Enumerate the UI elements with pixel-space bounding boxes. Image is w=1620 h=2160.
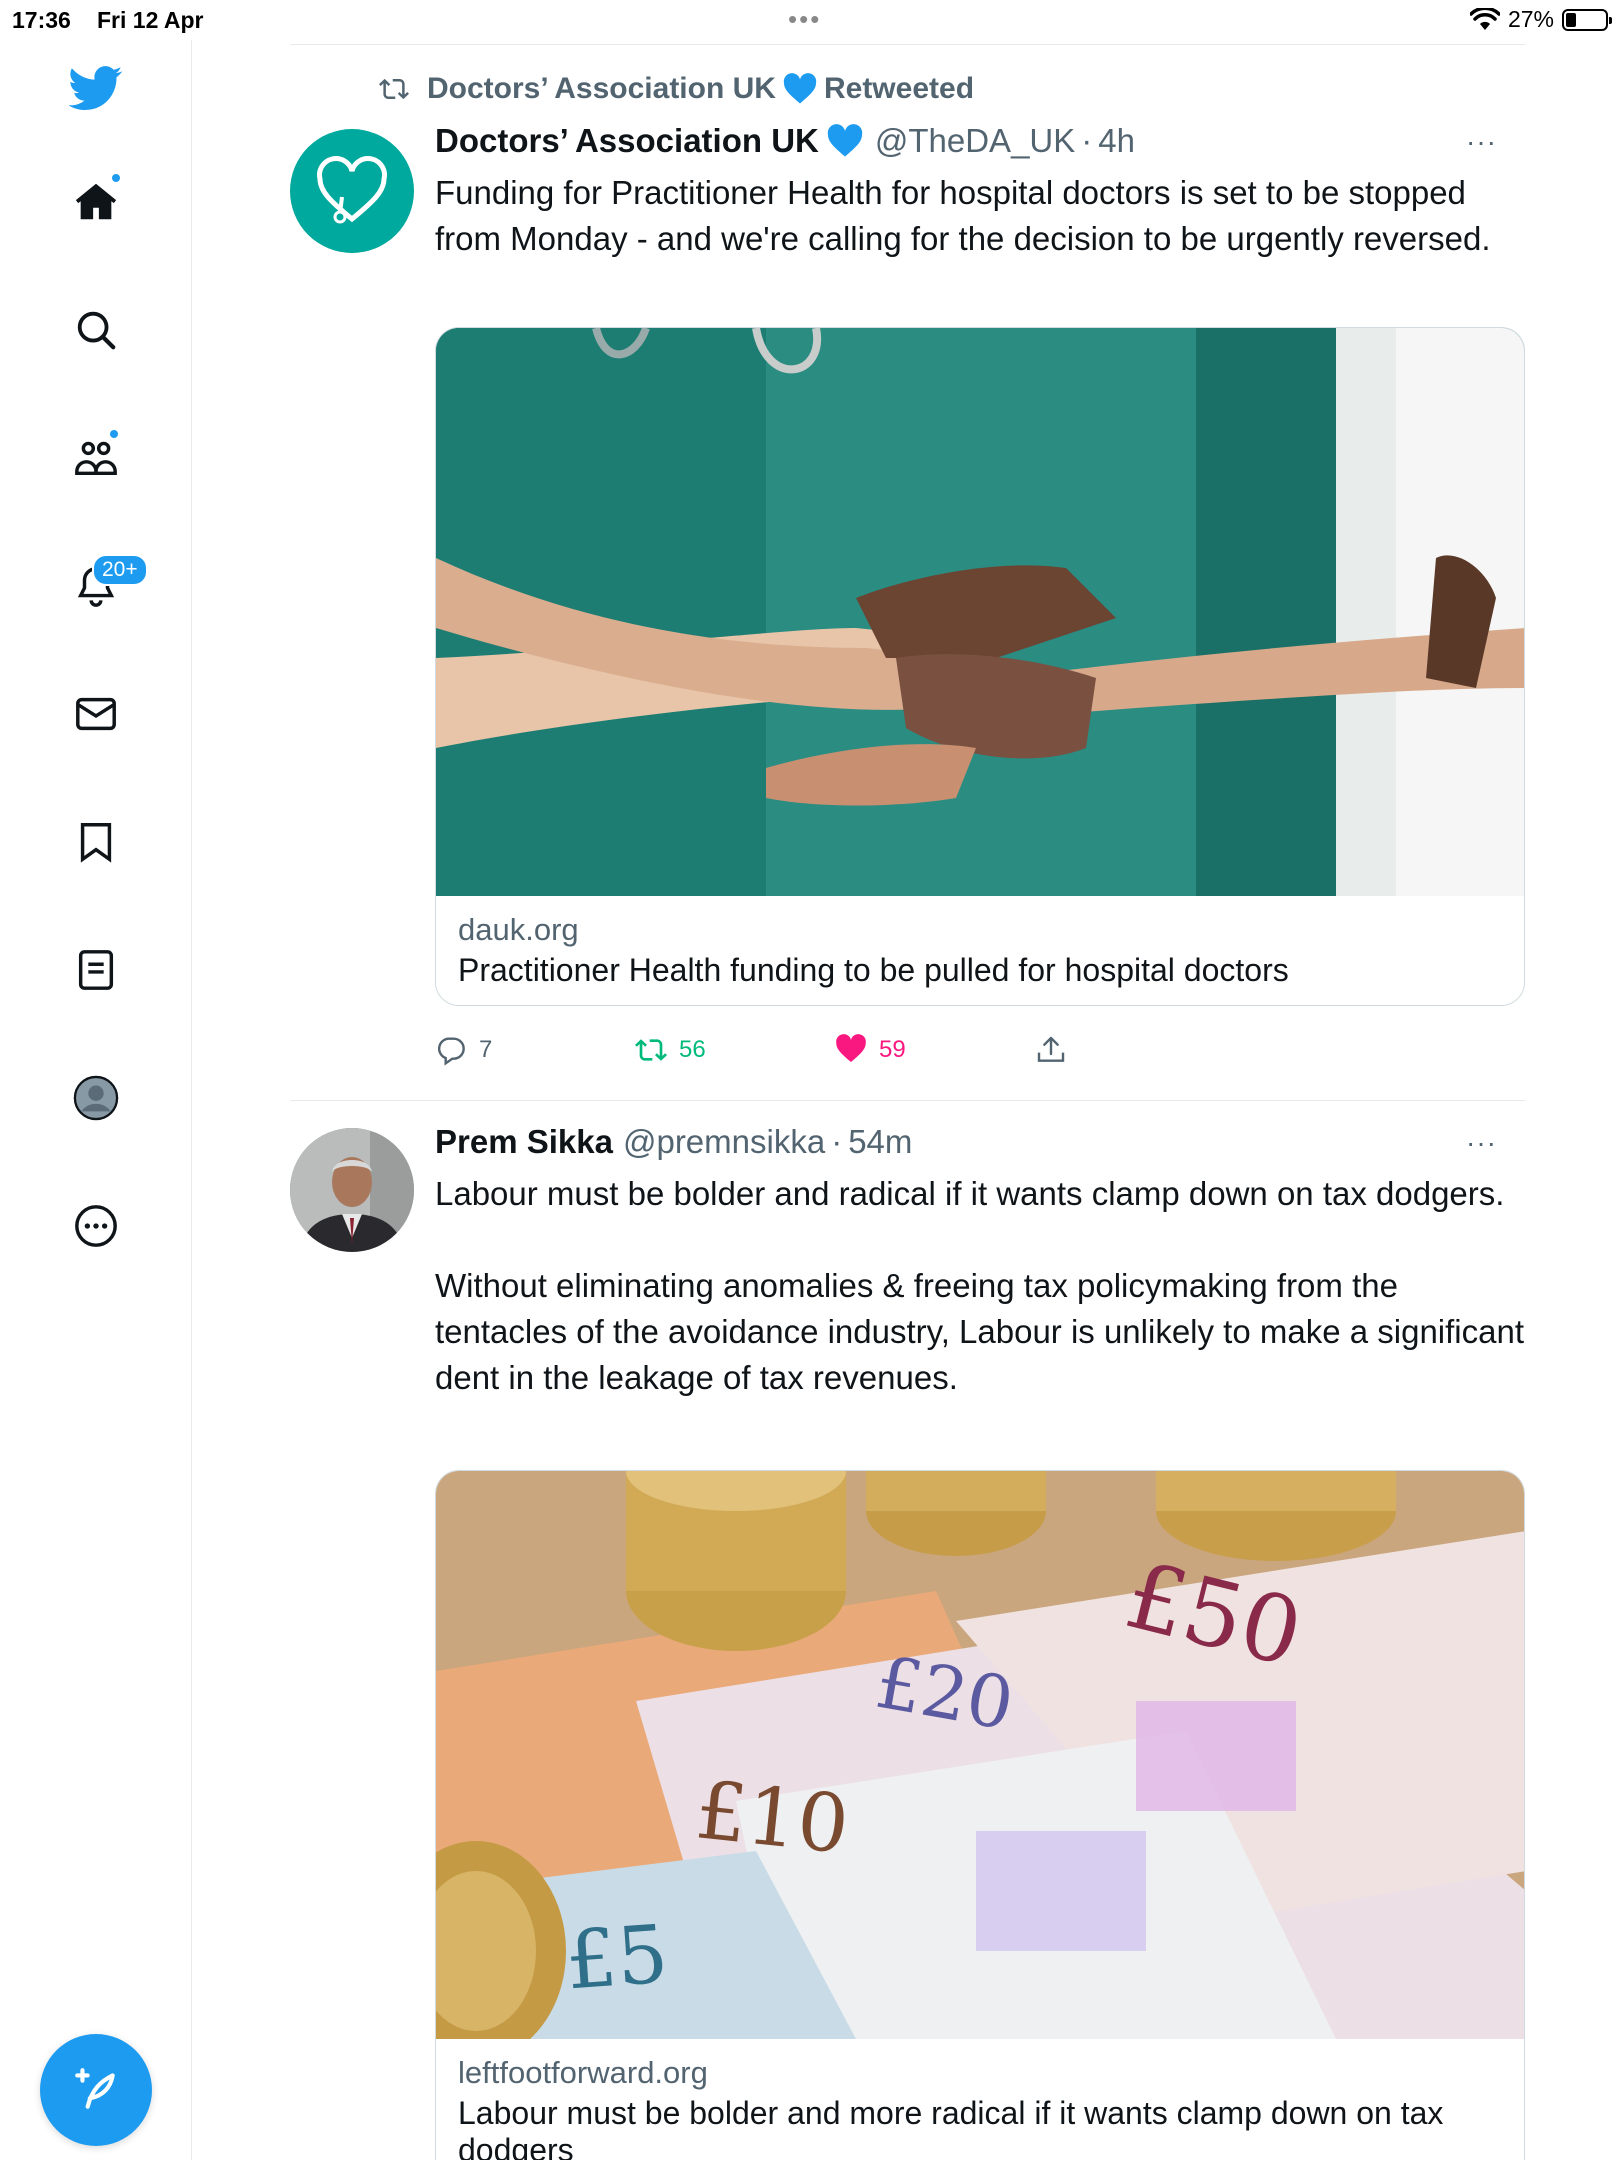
compose-feather-icon [75,2068,115,2109]
author-handle[interactable]: @premnsikka [623,1123,825,1161]
tweet-header: Doctors’ Association UK @TheDA_UK · 4h [435,122,1135,160]
lists-icon[interactable] [62,936,130,1004]
card-domain: leftfootforward.org [458,2055,708,2090]
reply-button[interactable]: 7 [435,1034,635,1066]
wifi-icon [1469,7,1500,30]
avatar[interactable] [290,129,414,253]
profile-photo [290,1128,414,1252]
battery-icon [1562,8,1612,31]
communities-icon[interactable] [62,424,130,492]
link-card[interactable]: £50 £20 £10 £5 leftfootforward.org Labou… [435,1470,1525,2160]
search-icon[interactable] [62,296,130,364]
status-bar: 17:36 Fri 12 Apr ••• 27% [0,0,1620,40]
avatar[interactable] [290,1128,414,1252]
battery-percent: 27% [1507,6,1554,32]
messages-icon[interactable] [62,680,130,748]
status-date: Fri 12 Apr [97,7,204,33]
retweet-count: 56 [679,1036,706,1063]
more-options-icon[interactable]: ··· [1466,1127,1497,1159]
author-handle[interactable]: @TheDA_UK [875,122,1075,160]
banknote-10-label: £10 [691,1763,854,1872]
home-dot-badge [110,172,122,184]
like-button[interactable]: 59 [835,1034,1035,1066]
more-icon[interactable] [62,1192,130,1260]
card-image [436,328,1524,896]
blue-heart-icon [827,124,863,157]
tweet-actions: 7 56 59 [435,1034,1235,1066]
tweet[interactable]: Doctors’ Association UK Retweeted Doctor… [290,44,1525,1100]
reply-count: 7 [479,1036,493,1063]
sidebar: 20+ [0,40,192,2160]
bookmarks-icon[interactable] [62,808,130,876]
share-button[interactable] [1035,1034,1235,1066]
tweet-time[interactable]: 4h [1098,122,1135,160]
hands-together-image [436,328,1524,896]
multitasking-dots-icon[interactable]: ••• [788,4,821,35]
notifications-count-badge: 20+ [92,554,148,586]
dauk-logo-icon [317,156,387,224]
separator: · [1081,122,1093,159]
card-domain: dauk.org [458,912,579,947]
card-title: Labour must be bolder and more radical i… [458,2095,1444,2160]
more-options-icon[interactable]: ··· [1466,126,1497,158]
retweeter-name[interactable]: Doctors’ Association UK [427,72,776,106]
retweeted-label: Retweeted [823,72,975,105]
tweet-text: Labour must be bolder and radical if it … [435,1175,1524,1396]
compose-tweet-button[interactable] [40,2034,152,2146]
separator: · [831,1123,843,1160]
profile-icon[interactable] [62,1064,130,1132]
author-name[interactable]: Prem Sikka [435,1123,613,1161]
share-icon [1037,1036,1065,1062]
notifications-icon[interactable]: 20+ [62,552,148,620]
link-card[interactable]: dauk.org Practitioner Health funding to … [435,327,1525,1006]
author-name[interactable]: Doctors’ Association UK [435,122,819,160]
home-icon[interactable] [62,168,130,236]
tweet[interactable]: Prem Sikka @premnsikka · 54m ··· Labour … [290,1101,1525,2160]
like-count: 59 [879,1036,906,1063]
blue-heart-icon [783,73,817,104]
twitter-logo-icon[interactable] [62,54,130,122]
retweet-context: Doctors’ Association UK Retweeted [375,72,974,106]
tweet-time[interactable]: 54m [848,1123,912,1161]
banknote-5-label: £5 [562,1907,671,2008]
retweet-icon [635,1039,667,1061]
retweet-context-icon [379,78,409,100]
tweet-text: Funding for Practitioner Health for hosp… [435,174,1491,257]
communities-dot-badge [108,428,120,440]
card-title: Practitioner Health funding to be pulled… [458,952,1289,988]
card-image: £50 £20 £10 £5 [436,1471,1524,2039]
heart-filled-icon [836,1034,866,1062]
status-time: 17:36 [12,7,71,33]
timeline: Doctors’ Association UK Retweeted Doctor… [290,44,1525,2160]
retweet-button[interactable]: 56 [635,1034,835,1066]
reply-icon [437,1037,465,1066]
tweet-header: Prem Sikka @premnsikka · 54m [435,1123,912,1161]
